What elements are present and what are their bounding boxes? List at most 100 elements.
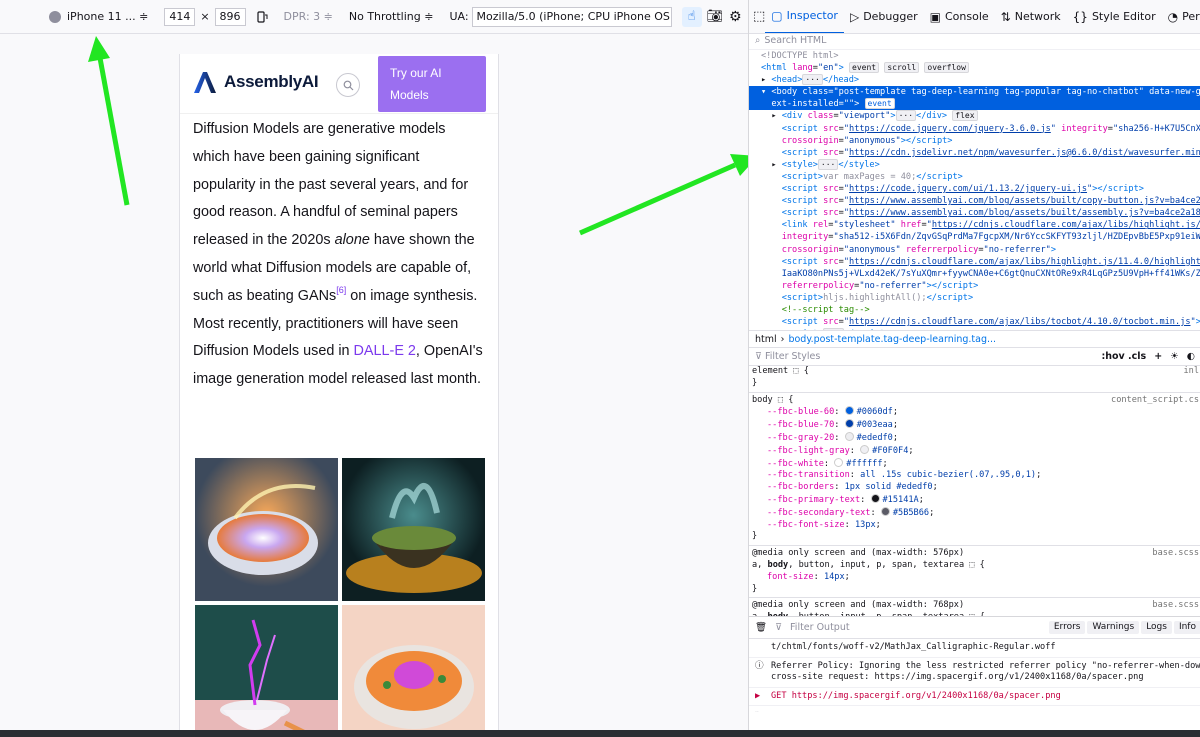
console-message[interactable]: ⓘ Referrer Policy: Ignoring the less res… bbox=[749, 658, 1200, 688]
code-line[interactable]: crossorigin="anonymous" referrerpolicy="… bbox=[749, 244, 1200, 256]
dalle-link[interactable]: DALL-E 2 bbox=[354, 343, 416, 359]
light-theme-icon[interactable]: ☀ bbox=[1170, 351, 1179, 363]
code-line[interactable]: IaaKO80nPNs5j+VLxd42eK/7sYuXQmr+fyywCNA0… bbox=[749, 268, 1200, 280]
element-picker-icon[interactable]: ⬚ bbox=[753, 6, 765, 28]
device-icon bbox=[49, 10, 61, 23]
device-selector[interactable]: iPhone 11 ... ≑ bbox=[44, 6, 153, 28]
selected-body-node[interactable]: ▾ <body class="post-template tag-deep-le… bbox=[749, 86, 1200, 99]
console-input[interactable]: » bbox=[749, 706, 1200, 712]
breadcrumb-body[interactable]: body.post-template.tag-deep-learning.tag… bbox=[788, 334, 996, 345]
code-line[interactable]: <html lang="en"> event scroll overflow bbox=[749, 62, 1200, 74]
citation-link[interactable]: [6] bbox=[336, 285, 346, 295]
assemblyai-logo[interactable]: AssemblyAI bbox=[192, 70, 319, 94]
code-line[interactable]: referrerpolicy="no-referrer"></script> bbox=[749, 280, 1200, 292]
selected-body-node-cont[interactable]: ext-installed=""> event bbox=[749, 98, 1200, 111]
errors-filter-button[interactable]: Errors bbox=[1048, 620, 1086, 635]
article-paragraph: Diffusion Models are generative models w… bbox=[180, 114, 498, 394]
rotate-button[interactable] bbox=[251, 6, 273, 28]
code-line[interactable]: <script src="https://cdnjs.cloudflare.co… bbox=[749, 316, 1200, 328]
filter-output-input[interactable]: Filter Output bbox=[790, 622, 850, 634]
touch-icon: ☝ bbox=[681, 6, 702, 27]
markup-view[interactable]: ⌕ Search HTML <!DOCTYPE html> <html lang… bbox=[749, 34, 1200, 330]
code-line[interactable]: crossorigin="anonymous"></script> bbox=[749, 135, 1200, 147]
logo-text: AssemblyAI bbox=[224, 72, 319, 91]
code-line[interactable]: <!DOCTYPE html> bbox=[749, 50, 1200, 62]
code-line[interactable]: <!--script tag--> bbox=[749, 304, 1200, 316]
console-error-message[interactable]: ▶ GET https://img.spacergif.org/v1/2400x… bbox=[749, 687, 1200, 706]
image-grid bbox=[195, 458, 485, 734]
code-line[interactable]: ▸ <style> ··· </style> bbox=[749, 158, 1200, 171]
logs-filter-button[interactable]: Logs bbox=[1141, 620, 1172, 635]
search-button[interactable] bbox=[336, 73, 360, 97]
code-line[interactable]: <script>var maxPages = 40;</script> bbox=[749, 171, 1200, 183]
device-viewport[interactable]: AssemblyAI Try our AI Models Diffusion M… bbox=[179, 54, 499, 734]
code-line[interactable]: <script src="https://code.jquery.com/jqu… bbox=[749, 123, 1200, 135]
search-html-input[interactable]: ⌕ Search HTML bbox=[749, 34, 1200, 50]
code-line[interactable]: ▸ <head> ··· </head> bbox=[749, 74, 1200, 86]
rule-decl[interactable]: --fbc-transition: all .15s cubic-bezier(… bbox=[749, 470, 1200, 482]
divider bbox=[749, 597, 1200, 599]
code-line[interactable]: <script src="https://www.assemblyai.com/… bbox=[749, 195, 1200, 207]
rdm-toolbar: iPhone 11 ... ≑ 414 × 896 DPR: 3 ≑ No Th… bbox=[0, 0, 759, 34]
ua-input[interactable]: Mozilla/5.0 (iPhone; CPU iPhone OS 14_6 … bbox=[471, 6, 672, 27]
search-icon bbox=[343, 80, 353, 90]
throttling-selector[interactable]: No Throttling ≑ bbox=[344, 6, 439, 28]
tab-debugger[interactable]: ▷ Debugger bbox=[844, 0, 924, 33]
inspector-icon: ▢ bbox=[771, 8, 783, 23]
soup-image-1 bbox=[195, 458, 338, 601]
soup-image-3 bbox=[195, 605, 338, 734]
devtools-tabbar: ⬚ ▢ Inspector ▷ Debugger ▣ Console ⇅ Network… bbox=[749, 0, 1200, 34]
dpr-selector[interactable]: DPR: 3 ≑ bbox=[279, 6, 338, 28]
tab-performance[interactable]: ◔Performa bbox=[1162, 0, 1200, 33]
tab-network[interactable]: ⇅ Network bbox=[995, 0, 1067, 33]
rule-decl[interactable]: --fbc-blue-60: #0060df; bbox=[749, 406, 1200, 419]
tab-inspector[interactable]: ▢ Inspector bbox=[765, 0, 844, 33]
trash-icon[interactable]: 🗑︎ bbox=[755, 622, 767, 634]
rule-decl[interactable]: --fbc-secondary-text: #5B5B66; bbox=[749, 506, 1200, 520]
info-filter-button[interactable]: Info bbox=[1173, 620, 1200, 635]
width-input[interactable]: 414 bbox=[164, 7, 196, 26]
rotate-icon bbox=[256, 10, 268, 23]
code-line[interactable]: ▸ <div class="viewport"> ··· </div> flex bbox=[749, 110, 1200, 122]
code-line[interactable]: <link rel="stylesheet" href="https://cdn… bbox=[749, 219, 1200, 231]
rule-decl[interactable]: --fbc-light-gray: #F0F0F4; bbox=[749, 444, 1200, 458]
tab-style-editor[interactable]: {} Style Editor bbox=[1067, 0, 1162, 33]
rule-decl[interactable]: --fbc-gray-20: #ededf0; bbox=[749, 431, 1200, 445]
rule-decl[interactable]: --fbc-font-size: 13px; bbox=[749, 520, 1200, 532]
console-icon: ▣ bbox=[929, 9, 941, 24]
dark-theme-icon[interactable]: ◐ bbox=[1187, 351, 1195, 363]
try-ai-models-button[interactable]: Try our AI Models bbox=[378, 56, 486, 112]
console-message[interactable]: t/chtml/fonts/woff-v2/MathJax_Calligraph… bbox=[749, 639, 1200, 658]
breadcrumb-html[interactable]: html bbox=[755, 334, 777, 345]
code-line[interactable]: <script src="https://code.jquery.com/ui/… bbox=[749, 183, 1200, 195]
settings-gear-icon[interactable]: ⚙ bbox=[729, 9, 742, 25]
rule-decl[interactable]: --fbc-primary-text: #15141A; bbox=[749, 493, 1200, 507]
rules-view[interactable]: ⊽ Filter Styles :hov .cls + ☀ ◐ element … bbox=[749, 348, 1200, 616]
code-line[interactable]: <script src="https://cdnjs.cloudflare.co… bbox=[749, 256, 1200, 268]
rule-decl[interactable]: --fbc-borders: 1px solid #ededf0; bbox=[749, 482, 1200, 494]
hov-cls-toggle[interactable]: :hov .cls bbox=[1101, 351, 1146, 363]
rule-close: } bbox=[752, 583, 758, 594]
tab-console[interactable]: ▣ Console bbox=[924, 0, 995, 33]
add-rule-icon[interactable]: + bbox=[1154, 351, 1162, 363]
rule-selector: element ⬚ {inl bbox=[752, 366, 1199, 376]
code-line[interactable]: <script src="https://www.assemblyai.com/… bbox=[749, 207, 1200, 219]
height-input[interactable]: 896 bbox=[214, 7, 246, 26]
warnings-filter-button[interactable]: Warnings bbox=[1087, 620, 1140, 635]
performance-icon: ◔ bbox=[1167, 9, 1179, 24]
code-line[interactable]: <script>hljs.highlightAll();</script> bbox=[749, 292, 1200, 304]
rule-decl[interactable]: --fbc-white: #ffffff; bbox=[749, 457, 1200, 471]
divider bbox=[749, 391, 1200, 393]
ua-label: UA: bbox=[449, 10, 469, 23]
rules-actions: :hov .cls + ☀ ◐ bbox=[1101, 351, 1195, 363]
media-query: @media only screen and (max-width: 576px… bbox=[752, 548, 1199, 559]
filter-styles-input[interactable]: Filter Styles bbox=[765, 351, 820, 363]
code-line[interactable]: integrity="sha512-i5X6Fdn/ZqvGSqPrdMa7Fg… bbox=[749, 231, 1200, 243]
code-line[interactable]: <script src="https://cdn.jsdelivr.net/np… bbox=[749, 147, 1200, 159]
rule-decl[interactable]: font-size: 14px; bbox=[749, 572, 1200, 584]
network-icon: ⇅ bbox=[1000, 9, 1011, 24]
touch-simulation-button[interactable]: ☝ bbox=[677, 6, 707, 28]
info-icon: ⓘ bbox=[755, 660, 764, 671]
screenshot-button[interactable]: 📷︎ bbox=[707, 9, 724, 24]
rule-decl[interactable]: --fbc-blue-70: #003eaa; bbox=[749, 419, 1200, 432]
